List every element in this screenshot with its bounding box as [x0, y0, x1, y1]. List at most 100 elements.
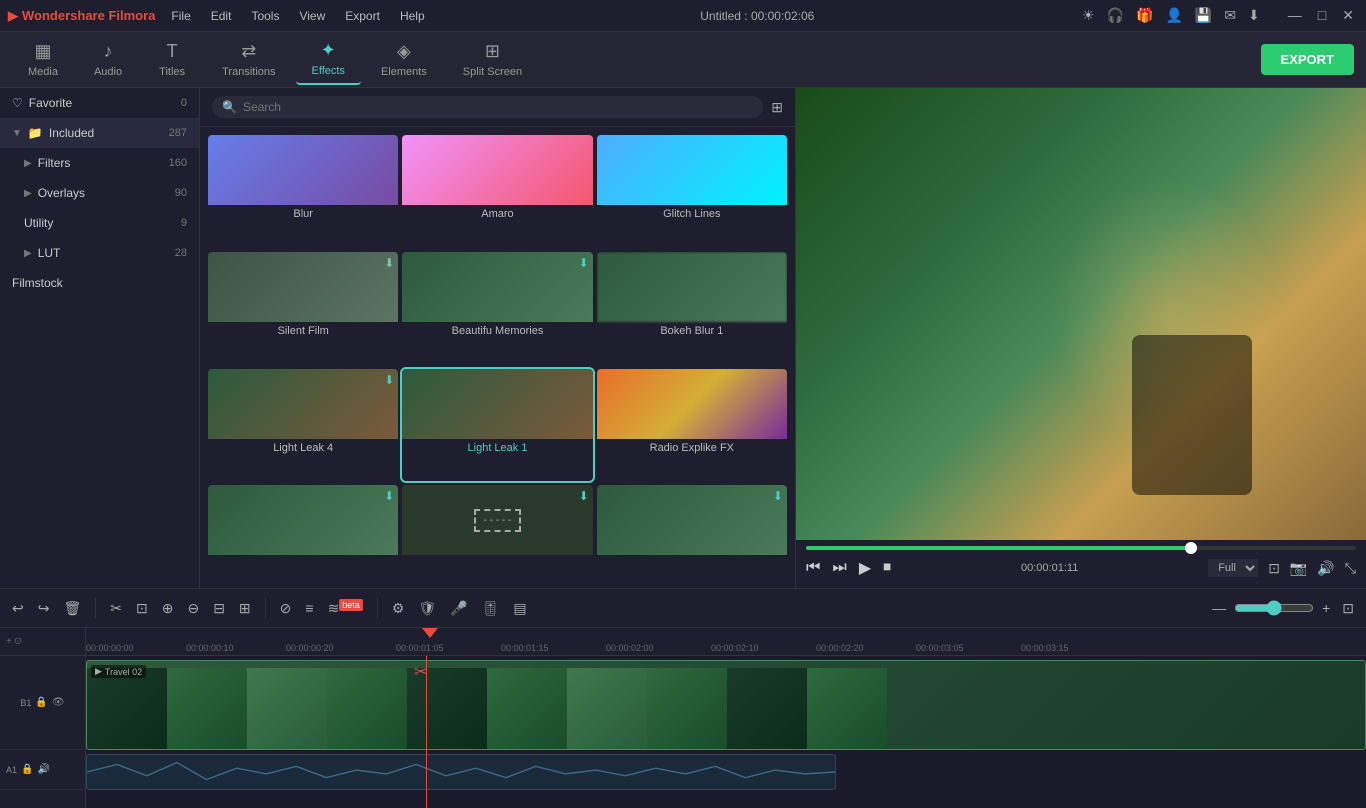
effect-light-leak-1[interactable]: Light Leak 1: [402, 369, 592, 482]
sidebar-item-filmstock[interactable]: Filmstock: [0, 268, 199, 298]
effect-glitch[interactable]: Glitch Lines: [597, 135, 787, 248]
zoom-plus-icon[interactable]: +: [1318, 596, 1334, 620]
progress-bar[interactable]: [806, 546, 1356, 550]
zoom-fit-button[interactable]: ⊡: [1338, 596, 1358, 621]
gift-icon[interactable]: 🎁: [1136, 7, 1153, 24]
undo-button[interactable]: ↩: [8, 596, 28, 621]
crop-button[interactable]: ⊡: [132, 596, 152, 621]
fullscreen-icon[interactable]: ⊡: [1268, 560, 1280, 577]
effect-row4b[interactable]: - - - - - ⬇: [402, 485, 592, 580]
sidebar-item-favorite[interactable]: ♡ Favorite 0: [0, 88, 199, 118]
resize-icon[interactable]: ⤡: [1345, 560, 1356, 577]
playback-buttons: ⏮ ⏭ ▶ ⏹: [806, 558, 891, 578]
eye-icon[interactable]: 👁: [52, 697, 65, 708]
split-button[interactable]: ⊘: [276, 596, 296, 621]
add-track-icon[interactable]: +: [6, 636, 12, 647]
snap-icon[interactable]: ⊙: [14, 636, 22, 647]
maximize-button[interactable]: □: [1314, 7, 1330, 24]
effect-silent-film[interactable]: ⬇ Silent Film: [208, 252, 398, 365]
toolbar-media[interactable]: ▦ Media: [12, 35, 74, 84]
play-button[interactable]: ▶: [859, 558, 871, 578]
zoom-slider[interactable]: [1234, 600, 1314, 616]
effect-amaro[interactable]: Amaro: [402, 135, 592, 248]
effect-light-leak-4[interactable]: ⬇ Light Leak 4: [208, 369, 398, 482]
captions-button[interactable]: ▤: [509, 596, 530, 621]
headphone-icon[interactable]: 🎧: [1107, 7, 1124, 24]
sidebar-item-filters[interactable]: ▶ Filters 160: [0, 148, 199, 178]
speed-button[interactable]: ≋beta: [324, 596, 367, 621]
menu-tools[interactable]: Tools: [243, 7, 287, 25]
app-name: Wondershare Filmora: [22, 8, 155, 23]
download-silent-icon: ⬇: [384, 256, 394, 270]
zoom-minus-icon[interactable]: —: [1208, 596, 1230, 620]
preview-panel: ⏮ ⏭ ▶ ⏹ 00:00:01:11 Full ⊡ 📷 🔊 ⤡: [796, 88, 1366, 588]
toolbar-transitions[interactable]: ⇄ Transitions: [206, 35, 291, 84]
quality-select[interactable]: Full: [1208, 559, 1258, 577]
clip-frame-6: [487, 668, 567, 750]
save-icon[interactable]: 💾: [1195, 7, 1212, 24]
mail-icon[interactable]: ✉: [1224, 7, 1236, 24]
effects-grid: Blur Amaro Glitch Lines ⬇ Silent Film ⬇: [200, 127, 795, 588]
zoom-out-button[interactable]: ⊖: [183, 596, 203, 621]
close-button[interactable]: ✕: [1338, 7, 1358, 24]
redo-button[interactable]: ↪: [34, 596, 54, 621]
video-clip[interactable]: ▶ Travel 02: [86, 660, 1366, 750]
mic-button[interactable]: 🎤: [446, 596, 471, 621]
effect-row4c[interactable]: ⬇: [597, 485, 787, 580]
audio-clip[interactable]: [86, 754, 836, 790]
audio-detach-button[interactable]: ≡: [301, 596, 317, 620]
menu-file[interactable]: File: [163, 7, 198, 25]
export-button[interactable]: EXPORT: [1261, 44, 1354, 75]
toolbar-split-screen[interactable]: ⊞ Split Screen: [447, 35, 538, 84]
stop-button[interactable]: ⏹: [883, 559, 891, 577]
menu-export[interactable]: Export: [337, 7, 388, 25]
shield-button[interactable]: 🛡: [414, 596, 440, 621]
win-controls: — □ ✕: [1284, 7, 1358, 24]
sun-icon[interactable]: ☀: [1082, 7, 1095, 24]
toolbar-effects[interactable]: ✦ Effects: [296, 34, 361, 85]
sidebar-item-utility[interactable]: Utility 9: [0, 208, 199, 238]
fit-button[interactable]: ⊞: [235, 596, 255, 621]
toolbar-titles[interactable]: T Titles: [142, 35, 202, 84]
sidebar-item-overlays[interactable]: ▶ Overlays 90: [0, 178, 199, 208]
grid-toggle-icon[interactable]: ⊞: [771, 99, 783, 116]
menu-help[interactable]: Help: [392, 7, 433, 25]
user-icon[interactable]: 👤: [1165, 7, 1182, 24]
menu-edit[interactable]: Edit: [203, 7, 240, 25]
effect-row4a[interactable]: ⬇: [208, 485, 398, 580]
effect-blur[interactable]: Blur: [208, 135, 398, 248]
minimize-button[interactable]: —: [1284, 7, 1306, 24]
cut-button[interactable]: ✂: [106, 596, 126, 621]
ruler-mark-9: 00:00:03:15: [1021, 643, 1069, 653]
zoom-in-button[interactable]: ⊕: [158, 596, 178, 621]
download-icon[interactable]: ⬇: [1248, 7, 1260, 24]
search-box[interactable]: 🔍: [212, 96, 763, 118]
delete-button[interactable]: 🗑: [59, 596, 85, 621]
audio-lock-icon[interactable]: 🔒: [21, 764, 33, 775]
effect-thumb-row4a: ⬇: [208, 485, 398, 555]
toolbar-elements[interactable]: ◈ Elements: [365, 35, 443, 84]
audio-mute-icon[interactable]: 🔊: [37, 764, 49, 775]
playhead-indicator: [422, 628, 438, 655]
screenshot-icon[interactable]: 📷: [1290, 560, 1307, 577]
audio-mix-button[interactable]: 🎚: [478, 596, 504, 621]
toolbar-audio[interactable]: ♪ Audio: [78, 35, 138, 84]
step-back-button[interactable]: ⏭: [832, 559, 846, 577]
beta-badge: beta: [339, 599, 363, 611]
settings-button[interactable]: ⚙: [388, 596, 409, 621]
lock-icon[interactable]: 🔒: [35, 697, 47, 708]
skip-back-button[interactable]: ⏮: [806, 559, 820, 577]
effect-thumb-row4c: ⬇: [597, 485, 787, 555]
effect-bokeh[interactable]: Bokeh Blur 1: [597, 252, 787, 365]
overlays-count: 90: [175, 187, 187, 199]
effect-radio-explike[interactable]: Radio Explike FX: [597, 369, 787, 482]
sidebar-item-lut[interactable]: ▶ LUT 28: [0, 238, 199, 268]
menu-view[interactable]: View: [291, 7, 333, 25]
effect-beautiful[interactable]: ⬇ Beautifu Memories: [402, 252, 592, 365]
volume-icon[interactable]: 🔊: [1317, 560, 1334, 577]
search-input[interactable]: [243, 100, 753, 114]
snapshot-button[interactable]: ⊟: [209, 596, 229, 621]
overlays-arrow-icon: ▶: [24, 188, 32, 199]
sidebar-item-included[interactable]: ▼ 📁 Included 287: [0, 118, 199, 148]
effect-thumb-beautiful: ⬇: [402, 252, 592, 322]
